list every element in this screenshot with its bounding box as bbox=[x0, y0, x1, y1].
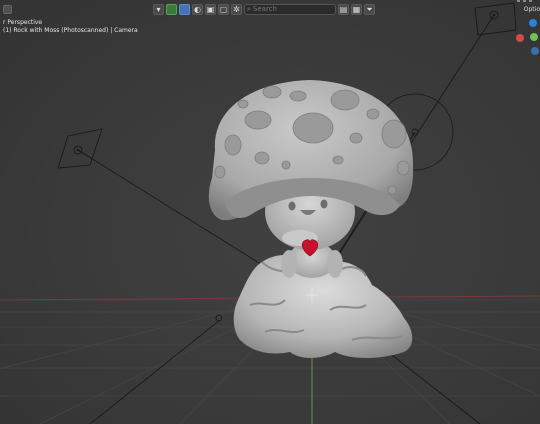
header-dots bbox=[517, 0, 532, 2]
blue-square-icon[interactable] bbox=[179, 3, 190, 15]
filter-icon[interactable]: ⏷ bbox=[364, 3, 375, 15]
area-light-left[interactable] bbox=[57, 128, 103, 169]
active-object-label: (1) Rock with Moss (Photoscanned) | Came… bbox=[3, 27, 138, 34]
screen-icon[interactable]: ▢ bbox=[218, 3, 229, 15]
editor-type-button[interactable] bbox=[3, 5, 12, 14]
search-field[interactable]: ⌕ bbox=[244, 3, 336, 15]
gizmo-y-icon[interactable] bbox=[530, 33, 538, 41]
green-dot-icon[interactable] bbox=[166, 3, 177, 15]
search-input[interactable] bbox=[252, 5, 323, 13]
viewport-scene[interactable] bbox=[0, 0, 540, 424]
image-icon[interactable]: ▣ bbox=[205, 3, 216, 15]
viewport-header-toolbar: ▾ ◐ ▣ ▢ ✲ ⌕ ▤ ▦ ⏷ bbox=[153, 3, 375, 15]
dropdown-icon[interactable]: ▾ bbox=[153, 3, 164, 15]
empty-marker[interactable] bbox=[215, 314, 223, 322]
sphere-icon[interactable]: ◐ bbox=[192, 3, 203, 15]
collapse-icon[interactable]: ▤ bbox=[338, 3, 349, 15]
gizmo-x-icon[interactable] bbox=[516, 34, 524, 42]
view-icon[interactable]: ▦ bbox=[351, 3, 362, 15]
shadow-line bbox=[89, 319, 221, 424]
area-light-right[interactable] bbox=[474, 2, 517, 36]
gizmo-z-icon[interactable] bbox=[529, 19, 537, 27]
gear-icon[interactable]: ✲ bbox=[231, 3, 242, 15]
options-label[interactable]: Optio bbox=[524, 6, 540, 13]
search-icon: ⌕ bbox=[247, 4, 251, 13]
3d-viewport[interactable]: r Perspective (1) Rock with Moss (Photos… bbox=[0, 0, 540, 424]
gizmo-neg-icon[interactable] bbox=[531, 47, 539, 55]
view-name-label: r Perspective bbox=[3, 19, 43, 26]
